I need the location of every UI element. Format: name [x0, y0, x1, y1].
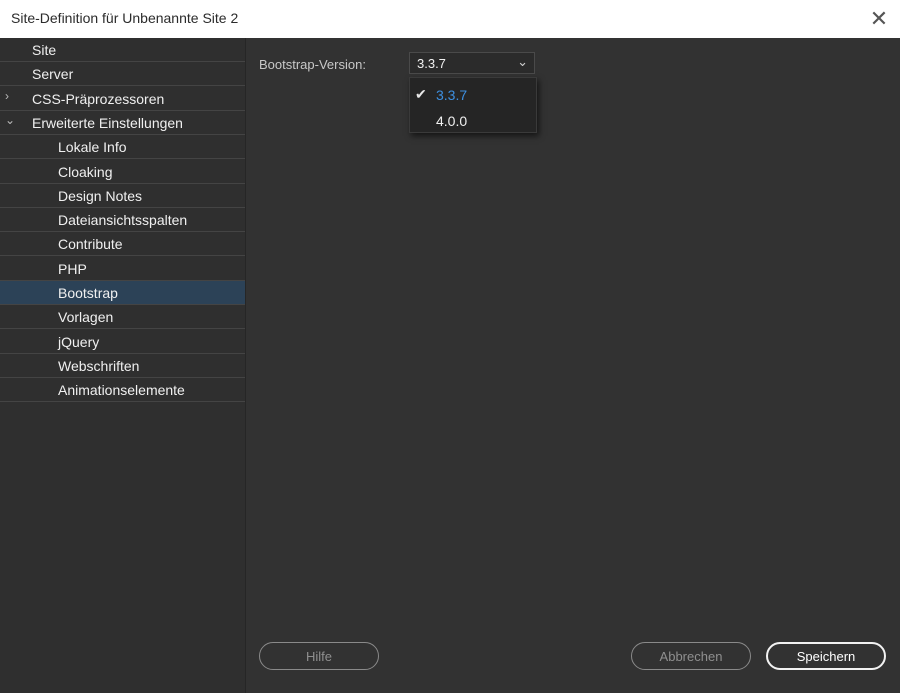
save-button-label: Speichern [796, 648, 856, 664]
sidebar-item[interactable]: Vorlagen [0, 305, 245, 330]
sidebar-item[interactable]: Site [0, 38, 245, 62]
dropdown-option-label: 4.0.0 [436, 113, 468, 129]
sidebar-item-label: Dateiansichtsspalten [58, 212, 188, 229]
window-title: Site-Definition für Unbenannte Site 2 [11, 10, 239, 26]
sidebar-item-label: jQuery [58, 333, 100, 350]
main-panel [246, 38, 900, 693]
sidebar-item-label: Erweiterte Einstellungen [32, 114, 183, 131]
sidebar-item-label: Contribute [58, 236, 123, 253]
sidebar-item-label: CSS-Präprozessoren [32, 90, 165, 107]
dropdown-option[interactable]: ✔ 3.3.7 [410, 82, 536, 108]
dropdown-option[interactable]: 4.0.0 [410, 108, 536, 134]
bootstrap-version-label: Bootstrap-Version: [259, 57, 366, 72]
select-value: 3.3.7 [417, 56, 446, 71]
sidebar-item[interactable]: Cloaking [0, 160, 245, 184]
sidebar-item-label: Vorlagen [58, 309, 114, 326]
checkmark-icon: ✔ [415, 86, 427, 102]
help-button[interactable]: Hilfe [259, 642, 379, 670]
sidebar-item-label: Site [32, 42, 57, 58]
sidebar-item[interactable]: Lokale Info [0, 135, 245, 160]
sidebar-item[interactable]: Webschriften [0, 354, 245, 378]
sidebar-item[interactable]: › CSS-Präprozessoren [0, 87, 245, 111]
title-bar: Site-Definition für Unbenannte Site 2 ✕ [0, 0, 900, 38]
sidebar-item[interactable]: Design Notes [0, 184, 245, 208]
sidebar-item[interactable]: Contribute [0, 232, 245, 257]
dropdown-option-label: 3.3.7 [436, 87, 468, 103]
version-dropdown-menu: ✔ 3.3.7 4.0.0 [409, 77, 537, 133]
save-button[interactable]: Speichern [766, 642, 886, 670]
sidebar: Site Server › CSS-Präprozessoren ⌄ Erweiterte… [0, 38, 245, 693]
sidebar-item[interactable]: Animationselemente [0, 378, 245, 403]
sidebar-item-label: Server [32, 66, 74, 83]
close-icon: ✕ [869, 6, 889, 31]
cancel-button[interactable]: Abbrechen [631, 642, 751, 670]
sidebar-item[interactable]: ⌄ Erweiterte Einstellungen [0, 111, 245, 135]
chevron-right-icon[interactable]: › [5, 89, 17, 107]
chevron-down-icon[interactable]: ⌄ [5, 113, 17, 131]
sidebar-item-label: PHP [58, 260, 87, 277]
cancel-button-label: Abbrechen [659, 648, 723, 664]
sidebar-item-label: Lokale Info [58, 139, 127, 156]
sidebar-item-label: Bootstrap [58, 285, 118, 301]
close-button[interactable]: ✕ [858, 0, 900, 38]
sidebar-item[interactable]: Bootstrap [0, 281, 245, 305]
bootstrap-version-select[interactable]: 3.3.7 ⌄ [409, 52, 535, 74]
sidebar-item[interactable]: jQuery [0, 330, 245, 354]
sidebar-item[interactable]: PHP [0, 257, 245, 281]
sidebar-item-label: Animationselemente [58, 382, 185, 399]
sidebar-item[interactable]: Server [0, 62, 245, 87]
chevron-down-icon: ⌄ [517, 54, 528, 69]
sidebar-item-label: Webschriften [58, 357, 140, 374]
help-button-label: Hilfe [305, 648, 332, 664]
sidebar-item[interactable]: Dateiansichtsspalten [0, 208, 245, 233]
sidebar-item-label: Design Notes [58, 187, 143, 204]
sidebar-item-label: Cloaking [58, 163, 113, 180]
